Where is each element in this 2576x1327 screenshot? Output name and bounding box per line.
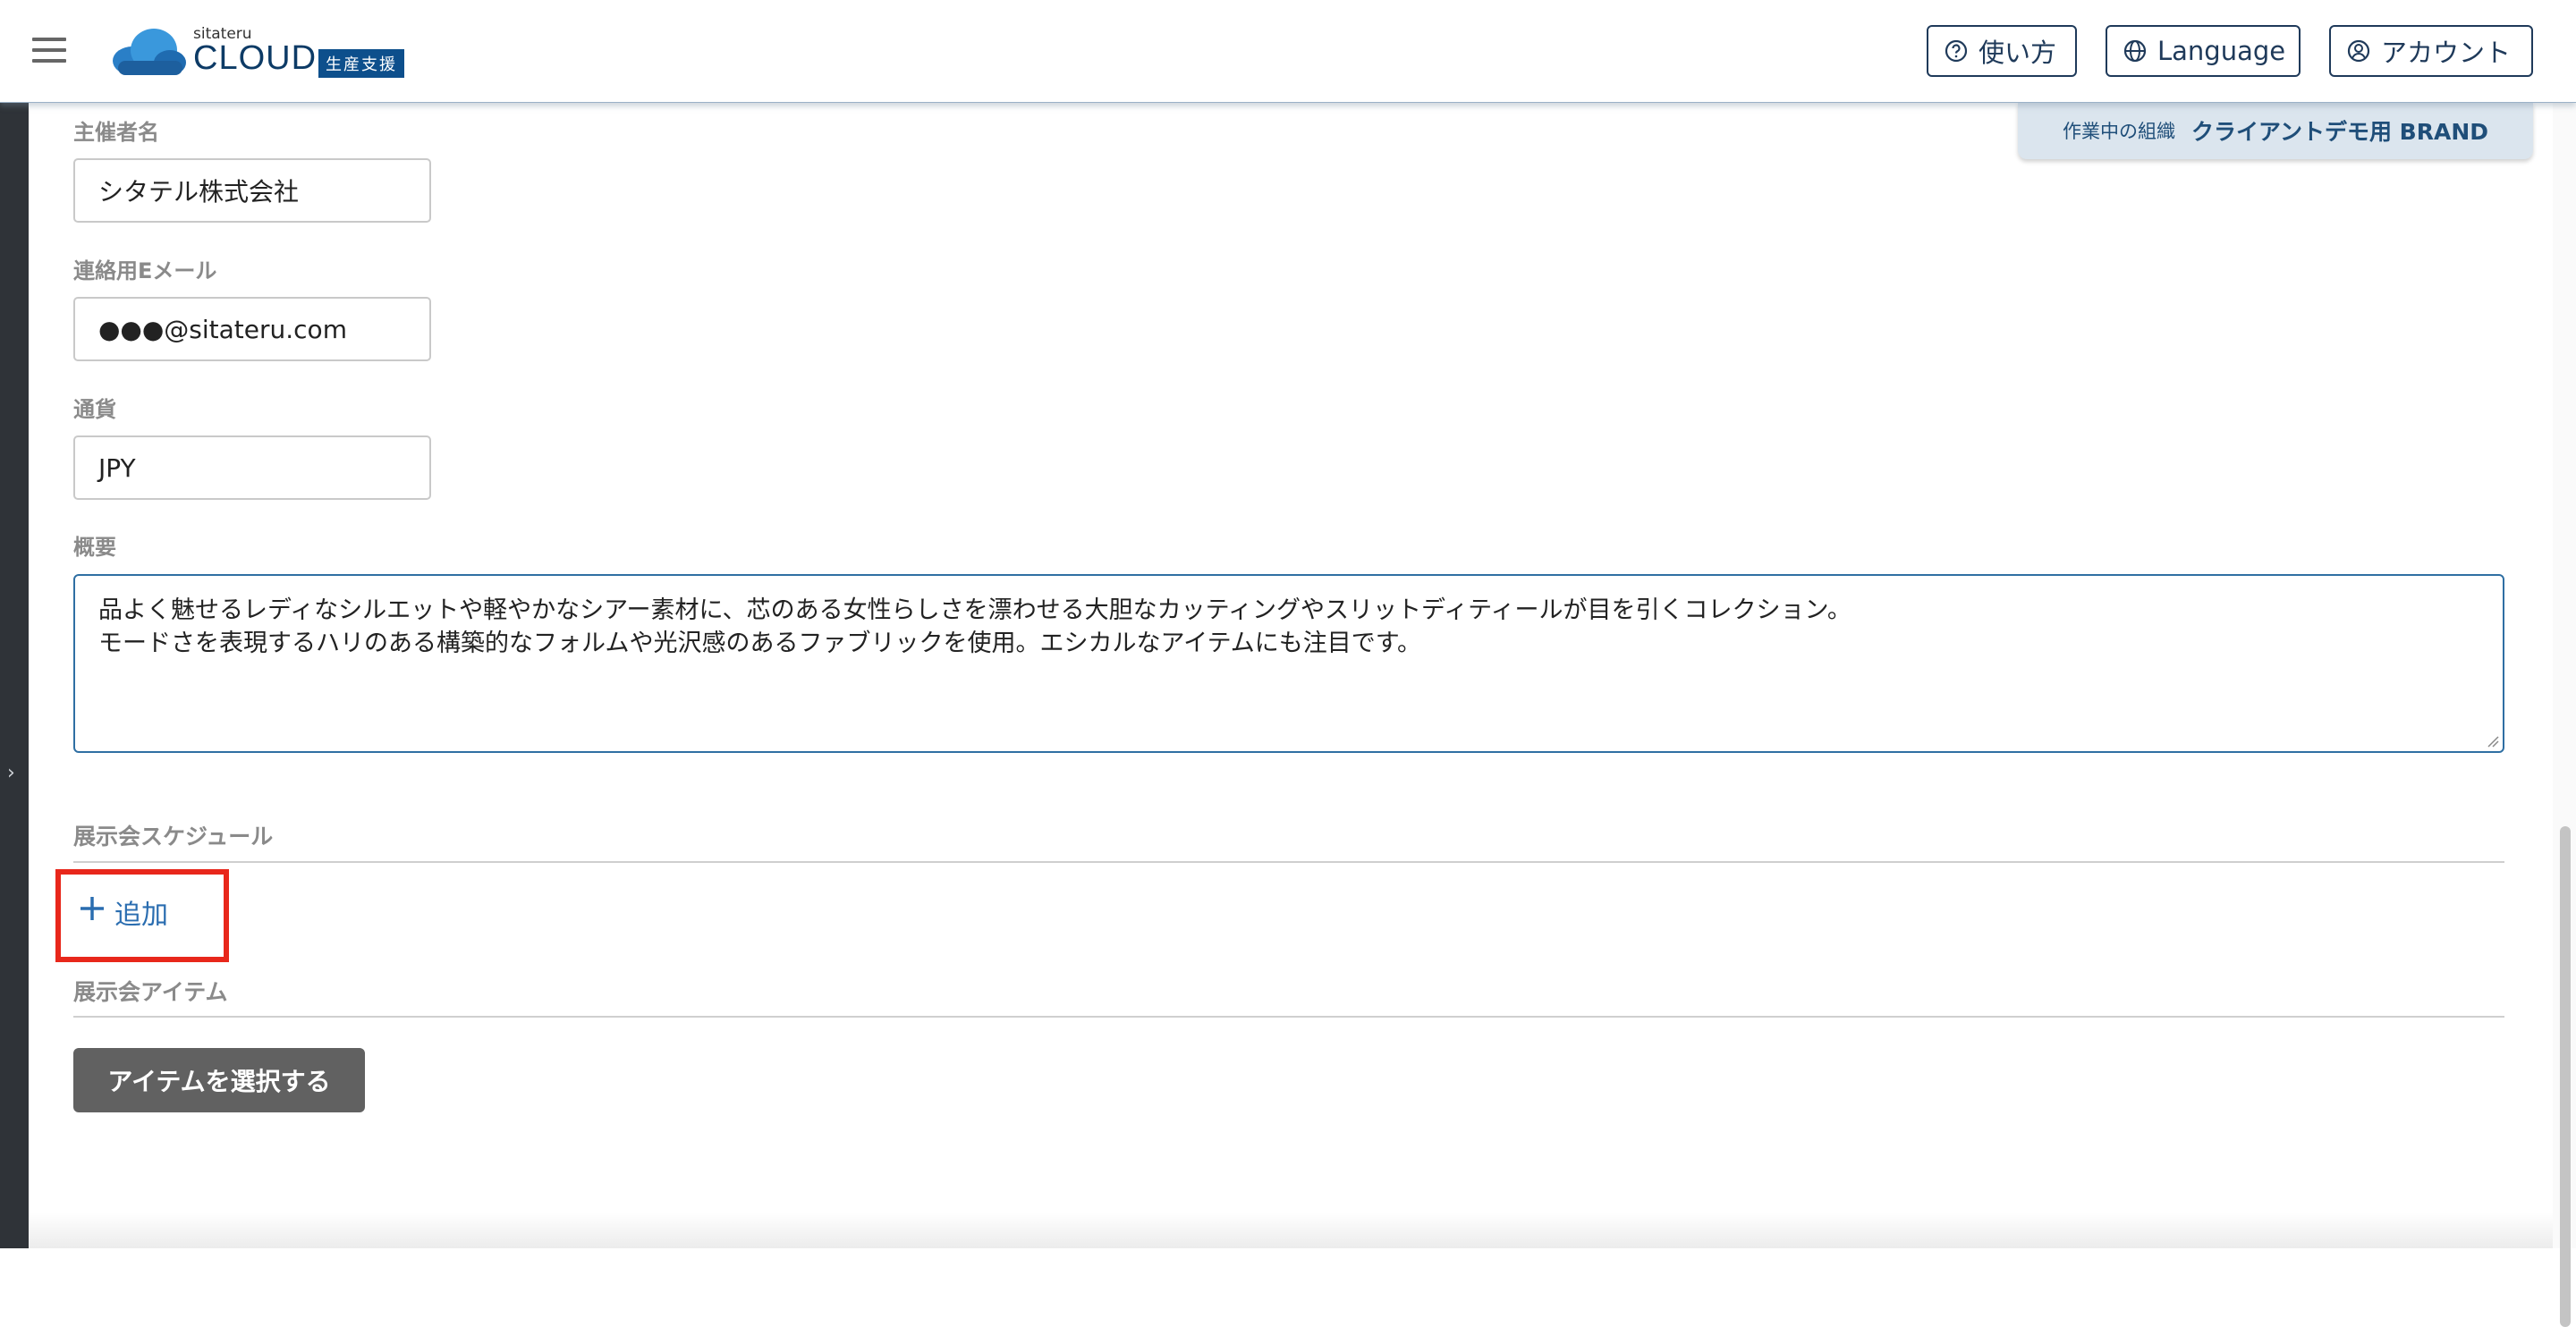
- items-divider: [73, 1016, 2504, 1018]
- language-button[interactable]: Language: [2106, 25, 2301, 77]
- account-label: アカウント: [2381, 38, 2512, 68]
- current-org-badge[interactable]: 作業中の組織 クライアントデモ用 BRAND: [2018, 102, 2533, 159]
- currency-input[interactable]: JPY: [73, 435, 431, 500]
- schedule-section-title: 展示会スケジュール: [73, 824, 274, 849]
- schedule-divider: [73, 861, 2504, 863]
- bottom-shadow: [29, 1213, 2553, 1248]
- summary-textarea[interactable]: 品よく魅せるレディなシルエットや軽やかなシアー素材に、芯のある女性らしさを漂わせ…: [73, 574, 2504, 753]
- org-name: クライアントデモ用 BRAND: [2190, 119, 2489, 145]
- menu-icon[interactable]: [32, 38, 66, 63]
- select-items-button[interactable]: アイテムを選択する: [73, 1048, 365, 1112]
- organizer-input[interactable]: シタテル株式会社: [73, 158, 431, 223]
- language-label: Language: [2157, 36, 2286, 66]
- org-label: 作業中の組織: [2062, 121, 2175, 142]
- resize-handle-icon[interactable]: [2487, 735, 2499, 748]
- cloud-logo-icon: [113, 29, 186, 75]
- logo[interactable]: sitateru CLOUD 生産支援: [111, 23, 415, 79]
- top-header: sitateru CLOUD 生産支援 使い方 Language アカウント: [0, 0, 2576, 103]
- highlight-box: [55, 869, 229, 962]
- help-button[interactable]: 使い方: [1927, 25, 2077, 77]
- chevron-right-icon[interactable]: ›: [7, 764, 15, 783]
- scrollbar-thumb[interactable]: [2560, 826, 2571, 1327]
- items-section-title: 展示会アイテム: [73, 979, 228, 1005]
- scrollbar[interactable]: [2553, 102, 2576, 1327]
- logo-main-text: CLOUD: [193, 39, 318, 77]
- summary-label: 概要: [73, 535, 116, 560]
- help-label: 使い方: [1979, 38, 2057, 68]
- globe-icon: [2123, 39, 2147, 63]
- logo-badge: 生産支援: [318, 49, 404, 78]
- summary-line-2: モードさを表現するハリのある構築的なフォルムや光沢感のあるファブリックを使用。エ…: [98, 630, 1422, 657]
- question-circle-icon: [1945, 39, 1968, 63]
- summary-line-1: 品よく魅せるレディなシルエットや軽やかなシアー素材に、芯のある女性らしさを漂わせ…: [98, 596, 1852, 624]
- currency-label: 通貨: [73, 397, 116, 422]
- user-circle-icon: [2347, 39, 2370, 63]
- account-button[interactable]: アカウント: [2329, 25, 2533, 77]
- side-rail[interactable]: ›: [0, 102, 29, 1248]
- organizer-label: 主催者名: [73, 120, 159, 145]
- email-label: 連絡用Eメール: [73, 258, 217, 283]
- email-field[interactable]: ●●●@sitateru.com: [73, 297, 431, 361]
